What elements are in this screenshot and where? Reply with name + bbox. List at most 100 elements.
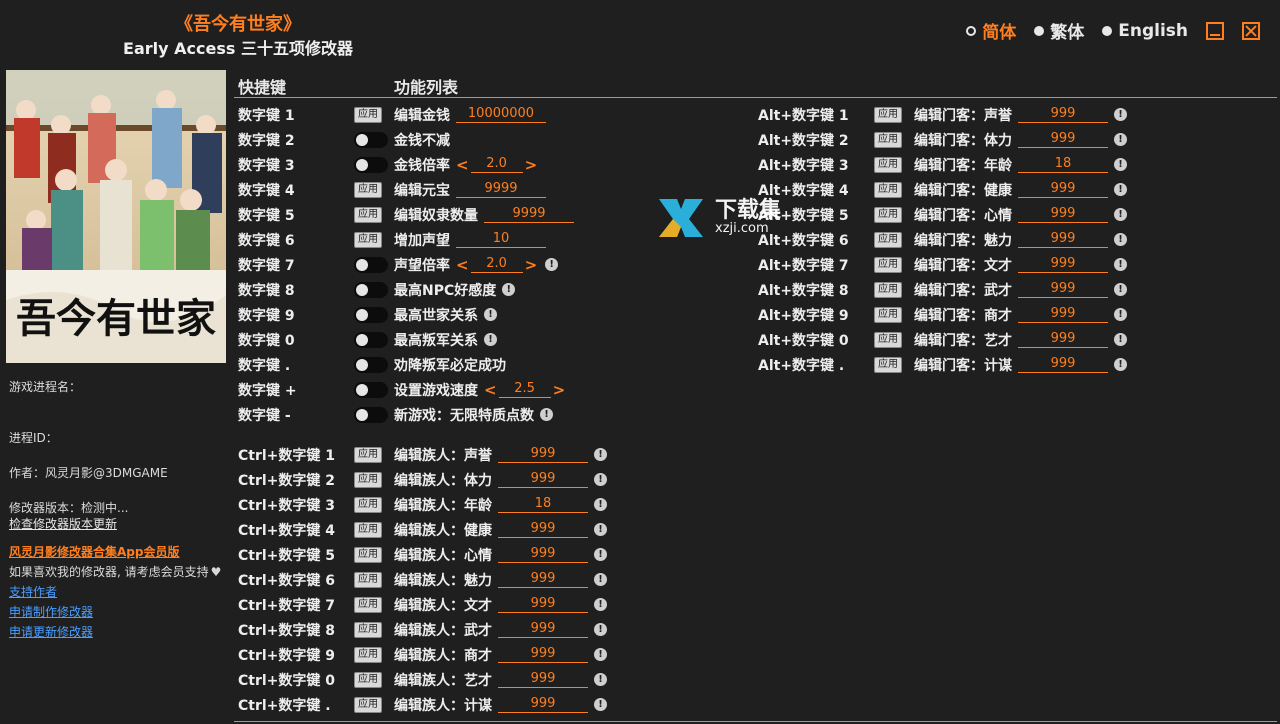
info-icon[interactable]: ! (594, 673, 607, 686)
value-input[interactable]: 999 (498, 621, 588, 638)
value-input[interactable]: 999 (498, 696, 588, 713)
info-icon[interactable]: ! (1114, 333, 1127, 346)
stepper-value[interactable]: 2.0 (470, 156, 523, 173)
apply-button[interactable]: 应用 (874, 306, 902, 323)
info-icon[interactable]: ! (545, 258, 559, 271)
apply-button[interactable]: 应用 (354, 546, 382, 563)
apply-button[interactable]: 应用 (874, 231, 902, 248)
value-input[interactable]: 999 (498, 446, 588, 463)
stepper-value[interactable]: 2.5 (498, 381, 551, 398)
toggle-switch[interactable] (354, 406, 388, 423)
toggle-switch[interactable] (354, 331, 388, 348)
stepper-increase-icon[interactable]: > (551, 381, 568, 399)
value-input[interactable]: 999 (1018, 181, 1108, 198)
info-icon[interactable]: ! (594, 523, 607, 536)
stepper-decrease-icon[interactable]: < (482, 381, 499, 399)
info-icon[interactable]: ! (594, 448, 607, 461)
apply-button[interactable]: 应用 (354, 521, 382, 538)
info-icon[interactable]: ! (594, 698, 607, 711)
toggle-switch[interactable] (354, 381, 388, 398)
minimize-icon[interactable] (1206, 21, 1224, 40)
value-input[interactable]: 999 (1018, 306, 1108, 323)
apply-button[interactable]: 应用 (874, 181, 902, 198)
value-input[interactable]: 18 (498, 496, 588, 513)
apply-button[interactable]: 应用 (874, 281, 902, 298)
apply-button[interactable]: 应用 (354, 596, 382, 613)
value-input[interactable]: 999 (1018, 256, 1108, 273)
info-icon[interactable]: ! (594, 623, 607, 636)
toggle-switch[interactable] (354, 306, 388, 323)
value-input[interactable]: 999 (498, 646, 588, 663)
value-input[interactable]: 999 (498, 596, 588, 613)
lang-option-traditional[interactable]: 繁体 (1034, 18, 1084, 43)
info-icon[interactable]: ! (594, 573, 607, 586)
info-icon[interactable]: ! (1114, 233, 1127, 246)
info-icon[interactable]: ! (1114, 283, 1127, 296)
info-icon[interactable]: ! (1114, 258, 1127, 271)
value-input[interactable]: 10000000 (456, 106, 546, 123)
info-icon[interactable]: ! (1114, 158, 1127, 171)
support-author-link[interactable]: 支持作者 (9, 583, 57, 600)
toggle-switch[interactable] (354, 281, 388, 298)
stepper-increase-icon[interactable]: > (523, 156, 540, 174)
apply-button[interactable]: 应用 (354, 696, 382, 713)
toggle-switch[interactable] (354, 156, 388, 173)
value-input[interactable]: 999 (498, 521, 588, 538)
info-icon[interactable]: ! (1114, 358, 1127, 371)
info-icon[interactable]: ! (594, 498, 607, 511)
value-input[interactable]: 999 (1018, 281, 1108, 298)
info-icon[interactable]: ! (502, 283, 516, 296)
value-input[interactable]: 9999 (456, 181, 546, 198)
apply-button[interactable]: 应用 (354, 446, 382, 463)
apply-button[interactable]: 应用 (874, 206, 902, 223)
info-icon[interactable]: ! (1114, 108, 1127, 121)
value-input[interactable]: 999 (498, 471, 588, 488)
value-input[interactable]: 999 (498, 571, 588, 588)
info-icon[interactable]: ! (484, 308, 497, 321)
value-input[interactable]: 999 (1018, 131, 1108, 148)
value-input[interactable]: 999 (498, 671, 588, 688)
close-icon[interactable] (1242, 21, 1260, 40)
apply-button[interactable]: 应用 (354, 106, 382, 123)
apply-button[interactable]: 应用 (874, 156, 902, 173)
info-icon[interactable]: ! (594, 648, 607, 661)
toggle-switch[interactable] (354, 131, 388, 148)
apply-button[interactable]: 应用 (874, 256, 902, 273)
apply-button[interactable]: 应用 (354, 181, 382, 198)
value-input[interactable]: 18 (1018, 156, 1108, 173)
info-icon[interactable]: ! (594, 473, 607, 486)
toggle-switch[interactable] (354, 256, 388, 273)
info-icon[interactable]: ! (594, 548, 607, 561)
value-input[interactable]: 999 (1018, 331, 1108, 348)
apply-button[interactable]: 应用 (354, 671, 382, 688)
apply-button[interactable]: 应用 (354, 496, 382, 513)
value-input[interactable]: 999 (1018, 356, 1108, 373)
stepper-decrease-icon[interactable]: < (454, 156, 471, 174)
apply-button[interactable]: 应用 (874, 331, 902, 348)
apply-button[interactable]: 应用 (354, 571, 382, 588)
value-input[interactable]: 10 (456, 231, 546, 248)
value-input[interactable]: 999 (1018, 206, 1108, 223)
value-input[interactable]: 999 (1018, 231, 1108, 248)
info-icon[interactable]: ! (1114, 208, 1127, 221)
request-update-link[interactable]: 申请更新修改器 (9, 623, 93, 640)
apply-button[interactable]: 应用 (354, 646, 382, 663)
toggle-switch[interactable] (354, 356, 388, 373)
value-input[interactable]: 999 (1018, 106, 1108, 123)
apply-button[interactable]: 应用 (874, 131, 902, 148)
lang-option-simplified[interactable]: 简体 (966, 18, 1016, 43)
info-icon[interactable]: ! (540, 408, 553, 421)
info-icon[interactable]: ! (1114, 133, 1127, 146)
apply-button[interactable]: 应用 (354, 471, 382, 488)
apply-button[interactable]: 应用 (874, 356, 902, 373)
info-icon[interactable]: ! (594, 598, 607, 611)
info-icon[interactable]: ! (484, 333, 497, 346)
stepper-value[interactable]: 2.0 (470, 256, 523, 273)
stepper-increase-icon[interactable]: > (523, 256, 540, 274)
request-make-link[interactable]: 申请制作修改器 (9, 603, 93, 620)
check-update-link[interactable]: 检查修改器版本更新 (9, 515, 117, 532)
value-input[interactable]: 9999 (484, 206, 574, 223)
apply-button[interactable]: 应用 (354, 206, 382, 223)
lang-option-english[interactable]: English (1102, 21, 1188, 41)
value-input[interactable]: 999 (498, 546, 588, 563)
